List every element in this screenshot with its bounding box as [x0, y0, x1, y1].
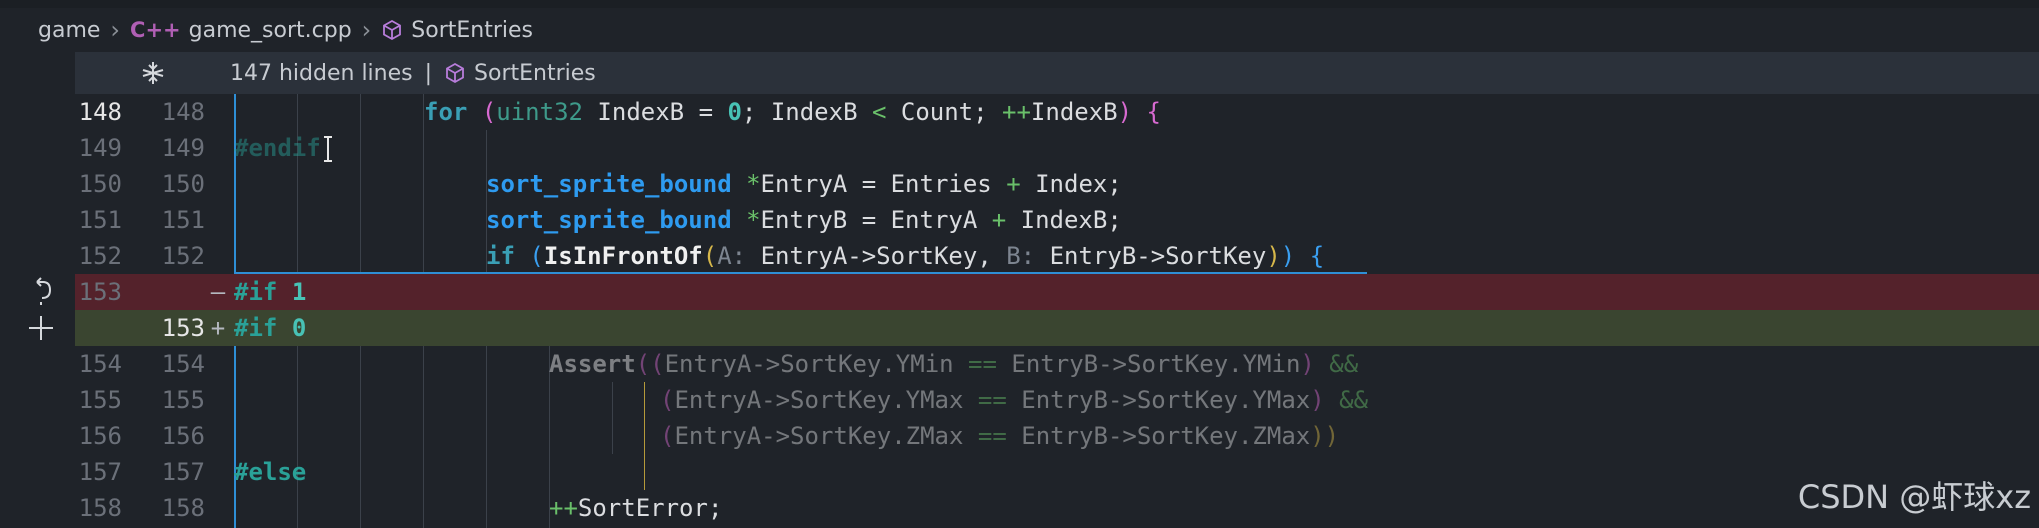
hidden-lines-bar[interactable]: 147 hidden lines | SortEntries: [75, 52, 2039, 94]
watermark: CSDN @虾球xz: [1797, 478, 2031, 516]
code-text: if (IsInFrontOf(A: EntryA->SortKey, B: E…: [486, 242, 1325, 270]
breadcrumb: game › C++ game_sort.cpp › SortEntries: [0, 8, 2039, 52]
code-text: #endif: [234, 134, 321, 162]
breadcrumb-file[interactable]: game_sort.cpp: [189, 18, 352, 43]
original-line-number: 150: [78, 170, 122, 198]
code-text: (EntryA->SortKey.ZMax == EntryB->SortKey…: [660, 422, 1340, 450]
code-line[interactable]: 149 149 #endif: [0, 130, 2039, 166]
code-text: #if 1: [234, 278, 307, 306]
code-line[interactable]: 151 151 sort_sprite_bound *EntryB = Entr…: [0, 202, 2039, 238]
original-line-number: 155: [78, 386, 122, 414]
code-text: sort_sprite_bound *EntryB = EntryA + Ind…: [486, 206, 1122, 234]
original-line-number: 157: [78, 458, 122, 486]
code-text: ++SortError;: [549, 494, 723, 522]
modified-line-number: 149: [161, 134, 205, 162]
modified-line-number: 155: [161, 386, 205, 414]
modified-line-number: 150: [161, 170, 205, 198]
modified-line-number: 153: [161, 314, 205, 342]
modified-line-number: 151: [161, 206, 205, 234]
original-line-number: 154: [78, 350, 122, 378]
original-line-number: 156: [78, 422, 122, 450]
chevron-right-icon: ›: [361, 16, 372, 44]
code-line[interactable]: 157 157 #else: [0, 454, 2039, 490]
diff-editor[interactable]: 148 148 for (uint32 IndexB = 0; IndexB <…: [0, 94, 2039, 528]
plus-icon[interactable]: [26, 310, 56, 346]
modified-line-number: 154: [161, 350, 205, 378]
original-line-number: 151: [78, 206, 122, 234]
modified-line-number: 158: [161, 494, 205, 522]
code-line[interactable]: 158 158 ++SortError;: [0, 490, 2039, 526]
code-line[interactable]: 148 148 for (uint32 IndexB = 0; IndexB <…: [0, 94, 2039, 130]
modified-line-number: 156: [161, 422, 205, 450]
removed-line[interactable]: 153 — #if 1: [0, 274, 2039, 310]
code-text: sort_sprite_bound *EntryA = Entries + In…: [486, 170, 1122, 198]
cube-icon: [381, 19, 403, 41]
modified-line-number: 152: [161, 242, 205, 270]
modified-line-number: 157: [161, 458, 205, 486]
code-text: for (uint32 IndexB = 0; IndexB < Count; …: [424, 98, 1161, 126]
code-text: #if 0: [234, 314, 307, 342]
code-text: (EntryA->SortKey.YMax == EntryB->SortKey…: [660, 386, 1369, 414]
code-line[interactable]: 152 152 if (IsInFrontOf(A: EntryA->SortK…: [0, 238, 2039, 274]
text-cursor-icon: [322, 136, 334, 162]
original-line-number: 152: [78, 242, 122, 270]
code-line[interactable]: 155 155 (EntryA->SortKey.YMax == EntryB-…: [0, 382, 2039, 418]
modified-line-number: 148: [161, 98, 205, 126]
code-line[interactable]: 150 150 sort_sprite_bound *EntryA = Entr…: [0, 166, 2039, 202]
separator: |: [424, 60, 433, 86]
title-strip: [0, 0, 2039, 8]
original-line-number: 149: [78, 134, 122, 162]
cpp-file-icon: C++: [130, 18, 181, 42]
added-marker: +: [210, 314, 226, 342]
chevron-right-icon: ›: [110, 16, 121, 44]
code-text: Assert((EntryA->SortKey.YMin == EntryB->…: [549, 350, 1359, 378]
code-text: #else: [234, 458, 307, 486]
breadcrumb-folder[interactable]: game: [38, 18, 100, 43]
original-line-number: 148: [78, 98, 122, 126]
revert-icon[interactable]: [28, 274, 56, 310]
cube-icon: [444, 62, 466, 84]
removed-marker: —: [210, 278, 226, 306]
modified-line-number: [135, 274, 205, 310]
code-line[interactable]: 154 154 Assert((EntryA->SortKey.YMin == …: [0, 346, 2039, 382]
unfold-icon[interactable]: [75, 60, 230, 86]
added-line[interactable]: 153 + #if 0: [0, 310, 2039, 346]
hidden-lines-label[interactable]: 147 hidden lines: [230, 61, 413, 86]
original-line-number: [60, 310, 122, 346]
hidden-bar-symbol[interactable]: SortEntries: [474, 61, 596, 86]
original-line-number: 158: [78, 494, 122, 522]
code-line[interactable]: 156 156 (EntryA->SortKey.ZMax == EntryB-…: [0, 418, 2039, 454]
breadcrumb-symbol[interactable]: SortEntries: [411, 18, 533, 43]
original-line-number: 153: [78, 278, 122, 306]
